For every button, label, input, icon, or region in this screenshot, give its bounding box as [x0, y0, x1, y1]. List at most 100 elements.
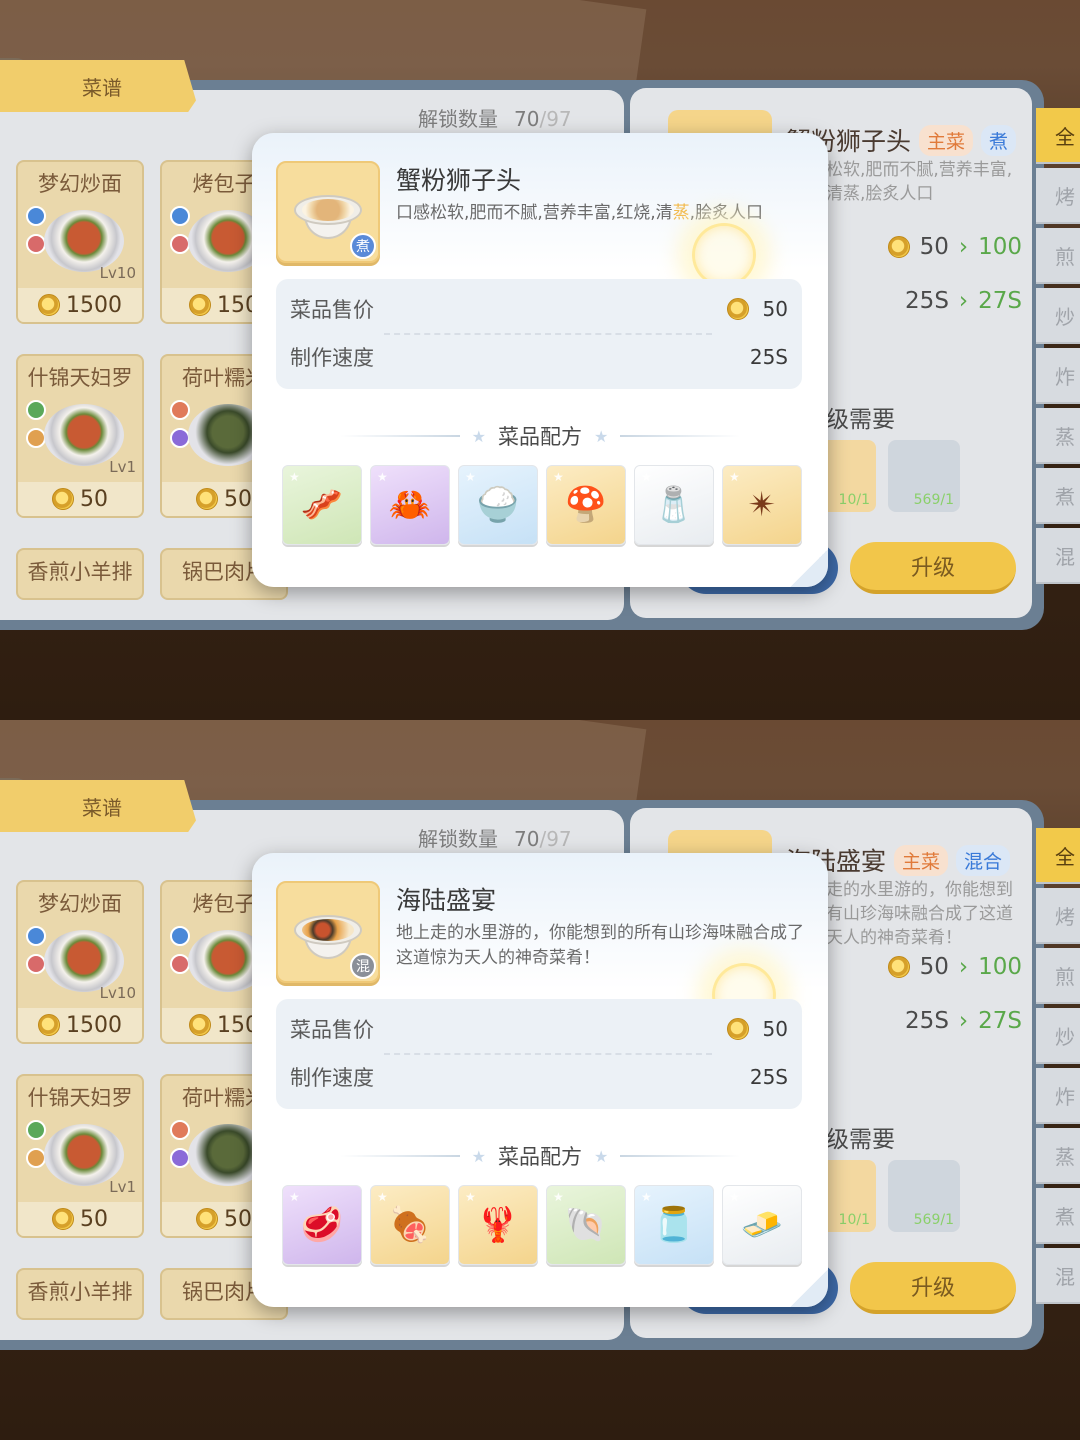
dish-info-popup: 混 海陆盛宴 地上走的水里游的，你能想到的所有山珍海味融合成了这道惊为天人的神奇…: [252, 853, 828, 1307]
meat-steak-icon: 🥩: [300, 1205, 344, 1245]
cook-method-icon: [170, 1120, 190, 1140]
cook-method-icon: [170, 206, 190, 226]
upgrade-button[interactable]: 升级: [850, 542, 1016, 594]
popup-pointer: [300, 853, 324, 863]
category-tab-boil[interactable]: 煮: [1036, 468, 1080, 524]
dish-info-popup: 煮 蟹粉狮子头 口感松软,肥而不腻,营养丰富,红烧,清蒸,脍炙人口 菜品售价 50…: [252, 133, 828, 587]
category-tab-deep-fry[interactable]: 炸: [1036, 1068, 1080, 1124]
recipe-ribbon-tab[interactable]: 菜谱: [0, 60, 196, 112]
category-tab-all[interactable]: 全: [1036, 108, 1080, 164]
pork-belly-icon: 🥓: [300, 485, 344, 525]
unlock-count: 解锁数量 70/97: [418, 827, 572, 851]
coin-icon: [52, 1208, 74, 1230]
cook-method-badge: 煮: [350, 233, 376, 259]
category-tab-mix[interactable]: 混: [1036, 1248, 1080, 1304]
ingredient-list: 🥓 🦀 🍚 🍄 🧂 ✴: [282, 465, 802, 545]
cook-method-icon: [170, 954, 190, 974]
dish-image: [44, 404, 124, 466]
cook-method-icon: [26, 954, 46, 974]
detail-speed-upgrade: 25S › 27S: [905, 288, 1022, 314]
ingredient-sauce-jar[interactable]: 🫙: [634, 1185, 714, 1265]
category-tab-bake[interactable]: 烤: [1036, 888, 1080, 944]
cook-method-icon: [26, 926, 46, 946]
flour-icon: 🍚: [476, 485, 520, 525]
category-tab-mix[interactable]: 混: [1036, 528, 1080, 584]
category-tab-stir-fry[interactable]: 炒: [1036, 1008, 1080, 1064]
category-tab-pan-fry[interactable]: 煎: [1036, 948, 1080, 1004]
star-icon: ★: [594, 426, 609, 446]
category-tab-boil[interactable]: 煮: [1036, 1188, 1080, 1244]
detail-price-upgrade: 50 › 100: [846, 234, 1022, 260]
dish-price: 1500: [18, 288, 142, 322]
category-tab-all[interactable]: 全: [1036, 828, 1080, 884]
dish-image: [44, 1124, 124, 1186]
ingredient-salt[interactable]: 🧂: [634, 465, 714, 545]
chevron-right-icon: ›: [958, 1008, 969, 1034]
price-row: 菜品售价 50: [290, 297, 788, 322]
ingredient-mushroom[interactable]: 🍄: [546, 465, 626, 545]
ingredient-flour[interactable]: 🍚: [458, 465, 538, 545]
sauce-jar-icon: 🫙: [652, 1205, 696, 1245]
recipe-ribbon-tab[interactable]: 菜谱: [0, 780, 196, 832]
cook-method-icon: [170, 234, 190, 254]
popup-pointer: [300, 133, 324, 143]
ingredient-star-anise[interactable]: ✴: [722, 465, 802, 545]
ingredient-pork-belly[interactable]: 🥓: [282, 465, 362, 545]
dish-card[interactable]: 什锦天妇罗 Lv1 50: [16, 354, 144, 518]
cook-method-badge: 混: [350, 953, 376, 979]
speed-row: 制作速度 25S: [290, 1065, 788, 1090]
popup-title: 蟹粉狮子头: [396, 166, 522, 195]
cook-method-icon: [26, 1148, 46, 1168]
ingredient-meat-steak[interactable]: 🥩: [282, 1185, 362, 1265]
coin-icon: [189, 294, 211, 316]
ingredient-ribs[interactable]: 🍖: [370, 1185, 450, 1265]
dish-card[interactable]: 梦幻炒面 Lv10 1500: [16, 160, 144, 324]
ingredient-clams[interactable]: 🐚: [546, 1185, 626, 1265]
crab-icon: 🦀: [388, 485, 432, 525]
cook-method-icon: [170, 1148, 190, 1168]
category-tab-deep-fry[interactable]: 炸: [1036, 348, 1080, 404]
dish-card[interactable]: 什锦天妇罗 Lv1 50: [16, 1074, 144, 1238]
popup-title: 海陆盛宴: [396, 886, 497, 915]
clams-icon: 🐚: [564, 1205, 608, 1245]
upgrade-button[interactable]: 升级: [850, 1262, 1016, 1314]
chevron-right-icon: ›: [958, 234, 969, 260]
recipe-heading: ★ 菜品配方 ★: [252, 1141, 828, 1171]
category-tab-steam[interactable]: 蒸: [1036, 408, 1080, 464]
coin-icon: [726, 1018, 749, 1040]
cook-method-icon: [26, 400, 46, 420]
detail-price-upgrade: 50 › 100: [846, 954, 1022, 980]
seafood-feast-bowl-icon: [294, 907, 362, 963]
divider: [384, 1053, 712, 1055]
chevron-right-icon: ›: [958, 288, 969, 314]
coin-icon: [189, 1014, 211, 1036]
category-tab-pan-fry[interactable]: 煎: [1036, 228, 1080, 284]
dish-stats: 菜品售价 50 制作速度 25S: [276, 999, 802, 1109]
mushroom-icon: 🍄: [564, 485, 608, 525]
speed-row: 制作速度 25S: [290, 345, 788, 370]
coin-icon: [38, 294, 60, 316]
dish-price: 50: [18, 482, 142, 516]
popup-corner-fold: [790, 1269, 828, 1307]
coin-icon: [887, 956, 910, 978]
cook-method-icon: [26, 206, 46, 226]
dish-card[interactable]: 香煎小羊排: [16, 1268, 144, 1320]
unlock-count: 解锁数量 70/97: [418, 107, 572, 131]
coin-icon: [38, 1014, 60, 1036]
dish-card[interactable]: 香煎小羊排: [16, 548, 144, 600]
category-tab-steam[interactable]: 蒸: [1036, 1128, 1080, 1184]
category-tab-stir-fry[interactable]: 炒: [1036, 288, 1080, 344]
upgrade-material-slot: 569/1: [888, 440, 960, 512]
crayfish-icon: 🦞: [476, 1205, 520, 1245]
cook-method-icon: [170, 400, 190, 420]
ribs-icon: 🍖: [388, 1205, 432, 1245]
coin-icon: [52, 488, 74, 510]
dish-card[interactable]: 梦幻炒面 Lv10 1500: [16, 880, 144, 1044]
coin-icon: [196, 1208, 218, 1230]
ingredient-butter[interactable]: 🧈: [722, 1185, 802, 1265]
category-tab-bake[interactable]: 烤: [1036, 168, 1080, 224]
upgrade-material-slot: 569/1: [888, 1160, 960, 1232]
ingredient-crayfish[interactable]: 🦞: [458, 1185, 538, 1265]
star-icon: ★: [594, 1146, 609, 1166]
ingredient-crab[interactable]: 🦀: [370, 465, 450, 545]
